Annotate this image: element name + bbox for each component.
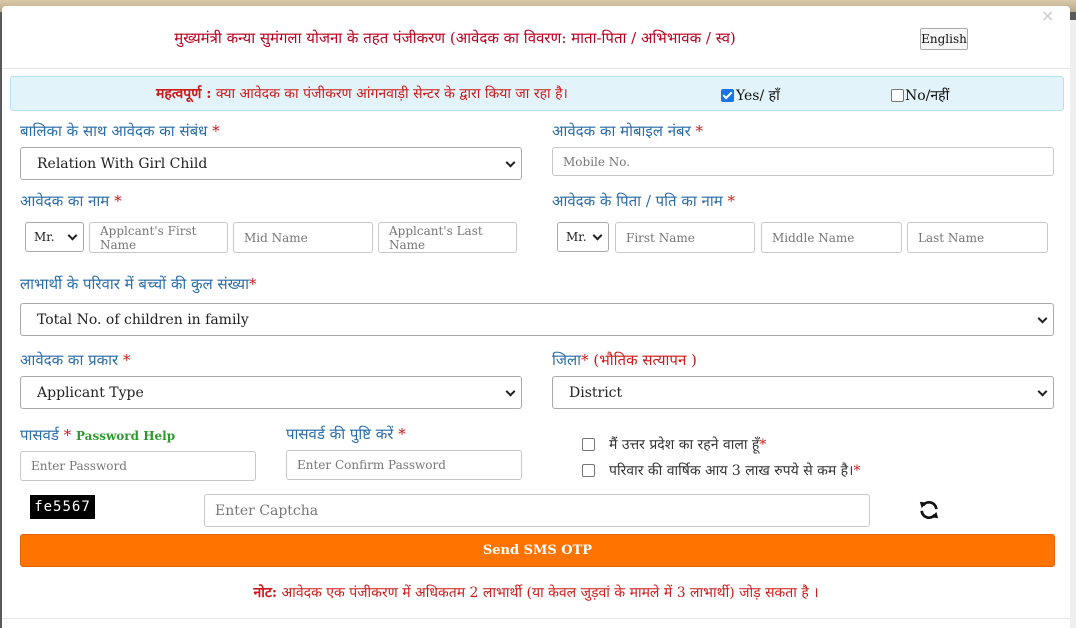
children-label-text: लाभार्थी के परिवार में बच्चों की कुल संख… <box>20 275 249 293</box>
required-mark: * <box>122 351 131 369</box>
password-input[interactable]: Enter Password <box>20 451 256 481</box>
father-middle-name-input[interactable]: Middle Name <box>761 222 902 253</box>
chevron-down-icon <box>67 230 78 241</box>
declaration-checkbox-icon[interactable] <box>582 464 595 477</box>
required-mark: * <box>581 351 589 369</box>
chevron-down-icon <box>592 230 603 241</box>
applicant-type-select[interactable]: Applicant Type <box>20 376 522 409</box>
no-checkbox-icon[interactable] <box>891 89 904 102</box>
anganwadi-alert: महत्वपूर्ण : क्या आवेदक का पंजीकरण आंगनव… <box>10 76 1064 111</box>
declaration-text: मैं उत्तर प्रदेश का रहने वाला हूँ <box>609 437 760 453</box>
father-name-label: आवेदक के पिता / पति का नाम * <box>552 191 735 211</box>
applicant-type-label-text: आवेदक का प्रकार <box>20 351 119 369</box>
father-title-selected: Mr. <box>566 230 587 244</box>
children-selected: Total No. of children in family <box>37 311 249 328</box>
chevron-down-icon <box>1037 313 1048 324</box>
modal-header: मुख्यमंत्री कन्या सुमंगला योजना के तहत प… <box>2 6 1070 69</box>
registration-modal: मुख्यमंत्री कन्या सुमंगला योजना के तहत प… <box>2 6 1070 628</box>
mobile-label-text: आवेदक का मोबाइल नंबर <box>552 122 691 140</box>
refresh-icon[interactable] <box>918 499 940 521</box>
chevron-down-icon <box>505 386 516 397</box>
declaration-text: परिवार की वार्षिक आय 3 लाख रुपये से कम ह… <box>609 463 854 479</box>
confirm-password-label: पासवर्ड की पुष्टि करें * <box>286 424 406 444</box>
no-option[interactable]: No/नहीं <box>891 86 949 105</box>
district-label: जिला* (भौतिक सत्यापन ) <box>552 350 697 370</box>
relation-select[interactable]: Relation With Girl Child <box>20 147 522 180</box>
footer-divider <box>2 618 1070 619</box>
relation-label: बालिका के साथ आवेदक का संबंध * <box>20 121 220 141</box>
mobile-input[interactable]: Mobile No. <box>552 147 1054 176</box>
relation-selected: Relation With Girl Child <box>37 155 208 172</box>
modal-title: मुख्यमंत्री कन्या सुमंगला योजना के तहत प… <box>174 29 736 47</box>
applicant-name-label: आवेदक का नाम * <box>20 191 122 211</box>
required-mark: * <box>114 192 122 210</box>
captcha-input[interactable]: Enter Captcha <box>204 494 870 527</box>
send-sms-otp-button[interactable]: Send SMS OTP <box>20 534 1055 567</box>
required-mark: * <box>727 192 736 210</box>
password-label-text: पासवर्ड <box>20 426 59 444</box>
password-label: पासवर्ड * Password Help <box>20 425 175 445</box>
close-icon[interactable]: × <box>1041 6 1054 25</box>
district-selected: District <box>569 384 623 401</box>
note-prefix: नोट: <box>253 585 278 601</box>
applicant-title-select[interactable]: Mr. <box>25 222 84 252</box>
required-mark: * <box>695 122 704 140</box>
father-title-select[interactable]: Mr. <box>557 222 609 252</box>
declaration-income[interactable]: परिवार की वार्षिक आय 3 लाख रुपये से कम ह… <box>582 461 860 480</box>
children-count-select[interactable]: Total No. of children in family <box>20 303 1054 336</box>
children-count-label: लाभार्थी के परिवार में बच्चों की कुल संख… <box>20 274 256 294</box>
beneficiary-note: नोट: आवेदक एक पंजीकरण में अधिकतम 2 लाभार… <box>2 583 1070 602</box>
declaration-up-resident[interactable]: मैं उत्तर प्रदेश का रहने वाला हूँ * <box>582 435 766 454</box>
alert-prefix: महत्वपूर्ण : <box>156 86 212 102</box>
no-label: No/नहीं <box>905 88 950 104</box>
chevron-down-icon <box>1037 386 1048 397</box>
applicant-type-label: आवेदक का प्रकार * <box>20 350 130 370</box>
applicant-type-selected: Applicant Type <box>37 384 144 401</box>
password-help-link[interactable]: Password Help <box>76 429 175 443</box>
required-mark: * <box>248 275 257 293</box>
confirm-password-label-text: पासवर्ड की पुष्टि करें <box>286 425 394 443</box>
father-last-name-input[interactable]: Last Name <box>907 222 1048 253</box>
relation-label-text: बालिका के साथ आवेदक का संबंध <box>20 122 208 140</box>
chevron-down-icon <box>505 157 516 168</box>
note-text: आवेदक एक पंजीकरण में अधिकतम 2 लाभार्थी (… <box>277 585 819 601</box>
father-name-label-text: आवेदक के पिता / पति का नाम <box>552 192 723 210</box>
yes-checkbox-checked-icon[interactable] <box>721 89 734 102</box>
required-mark: * <box>759 436 767 453</box>
required-mark: * <box>212 122 220 140</box>
father-first-name-input[interactable]: First Name <box>615 222 755 253</box>
alert-message: क्या आवेदक का पंजीकरण आंगनवाड़ी सेन्टर क… <box>211 86 568 102</box>
alert-text: महत्वपूर्ण : क्या आवेदक का पंजीकरण आंगनव… <box>156 84 568 103</box>
required-mark: * <box>398 425 406 443</box>
district-select[interactable]: District <box>552 376 1054 409</box>
english-language-button[interactable]: English <box>920 28 968 50</box>
applicant-title-selected: Mr. <box>34 230 55 244</box>
captcha-image: fe5567 <box>30 495 95 519</box>
district-label-text: जिला <box>552 351 582 369</box>
required-mark: * <box>853 462 861 479</box>
yes-option[interactable]: Yes/ हाँ <box>721 86 780 105</box>
mobile-label: आवेदक का मोबाइल नंबर * <box>552 121 703 141</box>
applicant-name-label-text: आवेदक का नाम <box>20 192 110 210</box>
yes-label: Yes/ हाँ <box>736 88 780 104</box>
confirm-password-input[interactable]: Enter Confirm Password <box>286 450 522 480</box>
applicant-mid-name-input[interactable]: Mid Name <box>233 222 373 253</box>
applicant-last-name-input[interactable]: Applcant's Last Name <box>378 222 517 253</box>
applicant-first-name-input[interactable]: Applcant's First Name <box>89 222 228 253</box>
declaration-checkbox-icon[interactable] <box>582 438 595 451</box>
required-mark: * <box>63 426 72 444</box>
district-note: (भौतिक सत्यापन ) <box>588 351 697 369</box>
